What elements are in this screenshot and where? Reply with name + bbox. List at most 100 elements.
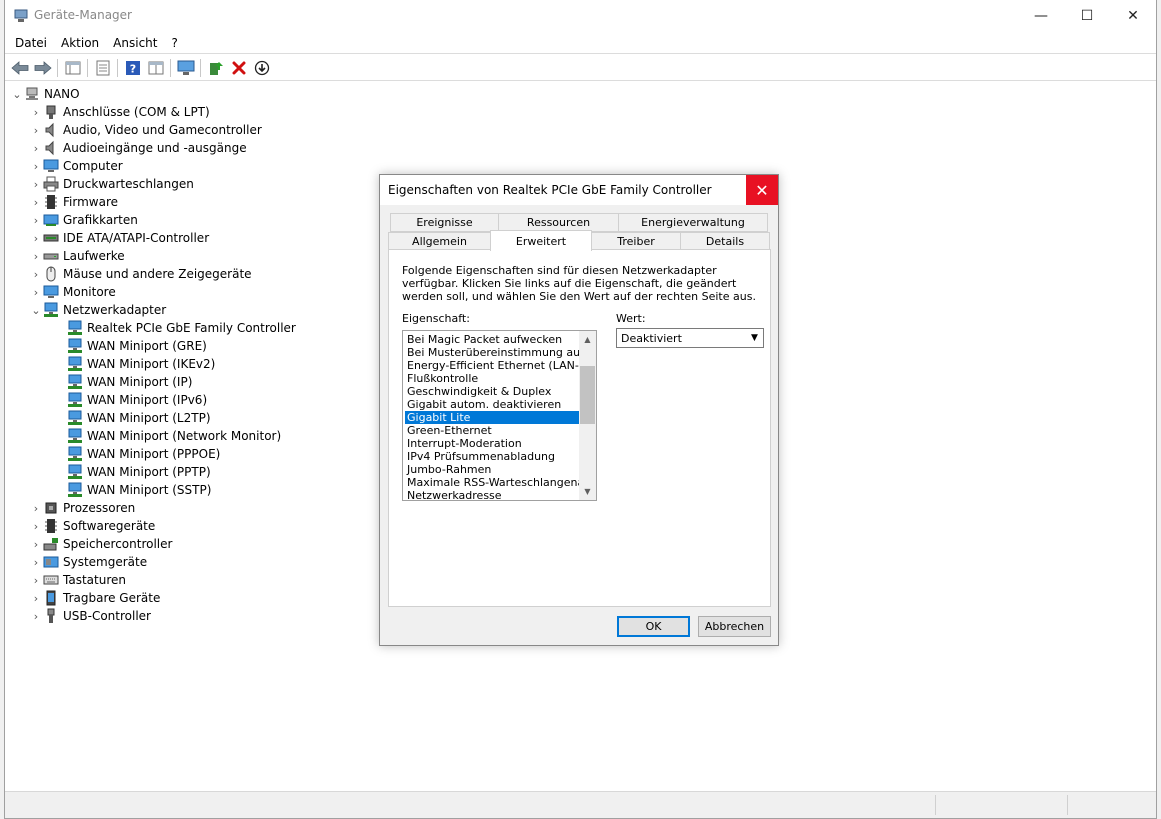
tree-category-storage-controllers[interactable]: › Speichercontroller bbox=[29, 535, 173, 553]
chevron-down-icon[interactable]: ▼ bbox=[746, 329, 763, 347]
expand-icon[interactable]: › bbox=[29, 193, 43, 211]
tree-category-portable-devices[interactable]: › Tragbare Geräte bbox=[29, 589, 160, 607]
tree-category-computer[interactable]: › Computer bbox=[29, 157, 123, 175]
tree-category-mice[interactable]: › Mäuse und andere Zeigegeräte bbox=[29, 265, 252, 283]
list-item[interactable]: Flußkontrolle bbox=[405, 372, 579, 385]
view-button[interactable] bbox=[144, 57, 167, 79]
expand-icon[interactable]: › bbox=[29, 499, 43, 517]
console-tree-button[interactable] bbox=[61, 57, 84, 79]
tree-device-wan-gre[interactable]: WAN Miniport (GRE) bbox=[67, 337, 207, 355]
menu-ansicht[interactable]: Ansicht bbox=[106, 34, 164, 52]
uninstall-icon bbox=[232, 61, 245, 74]
tree-category-ide[interactable]: › IDE ATA/ATAPI-Controller bbox=[29, 229, 209, 247]
list-item[interactable]: Maximale RSS-Warteschlangenanzahl bbox=[405, 476, 579, 489]
list-item[interactable]: Energy-Efficient Ethernet (LAN-Energie) bbox=[405, 359, 579, 372]
expand-icon[interactable]: › bbox=[29, 175, 43, 193]
tree-category-graphics[interactable]: › Grafikkarten bbox=[29, 211, 138, 229]
tree-device-wan-sstp[interactable]: WAN Miniport (SSTP) bbox=[67, 481, 211, 499]
tree-device-wan-ipv6[interactable]: WAN Miniport (IPv6) bbox=[67, 391, 207, 409]
tree-category-ports[interactable]: › Anschlüsse (COM & LPT) bbox=[29, 103, 210, 121]
scroll-up-icon[interactable]: ▲ bbox=[579, 331, 596, 348]
tree-category-audio-io[interactable]: › Audioeingänge und -ausgänge bbox=[29, 139, 247, 157]
expand-icon[interactable]: › bbox=[29, 103, 43, 121]
menu-aktion[interactable]: Aktion bbox=[54, 34, 106, 52]
list-item[interactable]: Netzwerkadresse bbox=[405, 489, 579, 500]
network-adapter-icon bbox=[67, 446, 83, 462]
list-item-selected[interactable]: Gigabit Lite bbox=[405, 411, 579, 424]
tab-erweitert[interactable]: Erweitert bbox=[490, 230, 592, 251]
expand-icon[interactable]: › bbox=[29, 517, 43, 535]
expand-icon[interactable]: › bbox=[29, 229, 43, 247]
tree-category-system-devices[interactable]: › Systemgeräte bbox=[29, 553, 147, 571]
list-item[interactable]: Jumbo-Rahmen bbox=[405, 463, 579, 476]
tree-category-software-devices[interactable]: › Softwaregeräte bbox=[29, 517, 155, 535]
expand-icon[interactable]: › bbox=[29, 157, 43, 175]
tree-device-wan-ikev2[interactable]: WAN Miniport (IKEv2) bbox=[67, 355, 215, 373]
tree-category-firmware[interactable]: › Firmware bbox=[29, 193, 118, 211]
tree-device-wan-ip[interactable]: WAN Miniport (IP) bbox=[67, 373, 192, 391]
value-dropdown[interactable]: Deaktiviert ▼ bbox=[616, 328, 764, 348]
expand-icon[interactable]: › bbox=[29, 571, 43, 589]
expand-icon[interactable]: › bbox=[29, 139, 43, 157]
tab-ereignisse[interactable]: Ereignisse bbox=[390, 213, 499, 232]
expand-icon[interactable]: › bbox=[29, 607, 43, 625]
toolbar-separator bbox=[200, 58, 201, 77]
expand-icon[interactable]: › bbox=[29, 589, 43, 607]
tree-root[interactable]: ⌄ NANO bbox=[10, 85, 79, 103]
properties-button[interactable] bbox=[91, 57, 114, 79]
cancel-button[interactable]: Abbrechen bbox=[698, 616, 771, 637]
tree-category-processors[interactable]: › Prozessoren bbox=[29, 499, 135, 517]
list-item[interactable]: Bei Musterübereinstimmung aufwecken bbox=[405, 346, 579, 359]
expand-icon[interactable]: › bbox=[29, 553, 43, 571]
expand-icon[interactable]: › bbox=[29, 247, 43, 265]
list-item[interactable]: IPv4 Prüfsummenabladung bbox=[405, 450, 579, 463]
tree-category-print-queues[interactable]: › Druckwarteschlangen bbox=[29, 175, 194, 193]
listbox-scrollbar[interactable]: ▲ ▼ bbox=[579, 331, 596, 500]
expand-icon[interactable]: › bbox=[29, 535, 43, 553]
property-listbox[interactable]: Bei Magic Packet aufwecken Bei Musterübe… bbox=[402, 330, 597, 501]
status-bar bbox=[5, 791, 1156, 818]
menu-datei[interactable]: Datei bbox=[8, 34, 54, 52]
back-button[interactable] bbox=[8, 57, 31, 79]
view-icon bbox=[148, 61, 163, 74]
dialog-close-button[interactable]: ✕ bbox=[746, 175, 778, 205]
expand-icon[interactable]: › bbox=[29, 121, 43, 139]
tree-category-drives[interactable]: › Laufwerke bbox=[29, 247, 125, 265]
tree-device-wan-l2tp[interactable]: WAN Miniport (L2TP) bbox=[67, 409, 211, 427]
tree-device-wan-pptp[interactable]: WAN Miniport (PPTP) bbox=[67, 463, 211, 481]
tree-device-realtek[interactable]: Realtek PCIe GbE Family Controller bbox=[67, 319, 296, 337]
tree-category-network-adapters[interactable]: ⌄ Netzwerkadapter bbox=[29, 301, 166, 319]
scroll-down-icon[interactable]: ▼ bbox=[579, 483, 596, 500]
advanced-tab-panel: Folgende Eigenschaften sind für diesen N… bbox=[388, 249, 771, 607]
list-item[interactable]: Geschwindigkeit & Duplex bbox=[405, 385, 579, 398]
menu-help[interactable]: ? bbox=[164, 34, 184, 52]
expand-icon[interactable]: › bbox=[29, 283, 43, 301]
list-item[interactable]: Green-Ethernet bbox=[405, 424, 579, 437]
tab-energieverwaltung[interactable]: Energieverwaltung bbox=[618, 213, 768, 232]
list-item[interactable]: Bei Magic Packet aufwecken bbox=[405, 333, 579, 346]
tree-device-wan-pppoe[interactable]: WAN Miniport (PPPOE) bbox=[67, 445, 220, 463]
help-button[interactable]: ? bbox=[121, 57, 144, 79]
tree-category-monitors[interactable]: › Monitore bbox=[29, 283, 116, 301]
expand-icon[interactable]: › bbox=[29, 265, 43, 283]
minimize-button[interactable]: — bbox=[1018, 0, 1064, 32]
scan-hardware-button[interactable] bbox=[174, 57, 197, 79]
list-item[interactable]: Gigabit autom. deaktivieren bbox=[405, 398, 579, 411]
ok-button[interactable]: OK bbox=[617, 616, 690, 637]
maximize-button[interactable]: ☐ bbox=[1064, 0, 1110, 32]
tree-category-keyboards[interactable]: › Tastaturen bbox=[29, 571, 126, 589]
scrollbar-thumb[interactable] bbox=[580, 366, 595, 424]
list-item[interactable]: Interrupt-Moderation bbox=[405, 437, 579, 450]
uninstall-device-button[interactable] bbox=[227, 57, 250, 79]
tree-category-audio-video[interactable]: › Audio, Video und Gamecontroller bbox=[29, 121, 262, 139]
collapse-icon[interactable]: ⌄ bbox=[10, 85, 24, 103]
disable-device-button[interactable] bbox=[250, 57, 273, 79]
tree-device-wan-netmon[interactable]: WAN Miniport (Network Monitor) bbox=[67, 427, 281, 445]
tree-category-usb[interactable]: › USB-Controller bbox=[29, 607, 151, 625]
expand-icon[interactable]: › bbox=[29, 211, 43, 229]
close-button[interactable]: ✕ bbox=[1110, 0, 1156, 32]
collapse-icon[interactable]: ⌄ bbox=[29, 301, 43, 319]
update-driver-button[interactable] bbox=[204, 57, 227, 79]
tree-device-label: WAN Miniport (PPPOE) bbox=[87, 447, 221, 461]
forward-button[interactable] bbox=[31, 57, 54, 79]
